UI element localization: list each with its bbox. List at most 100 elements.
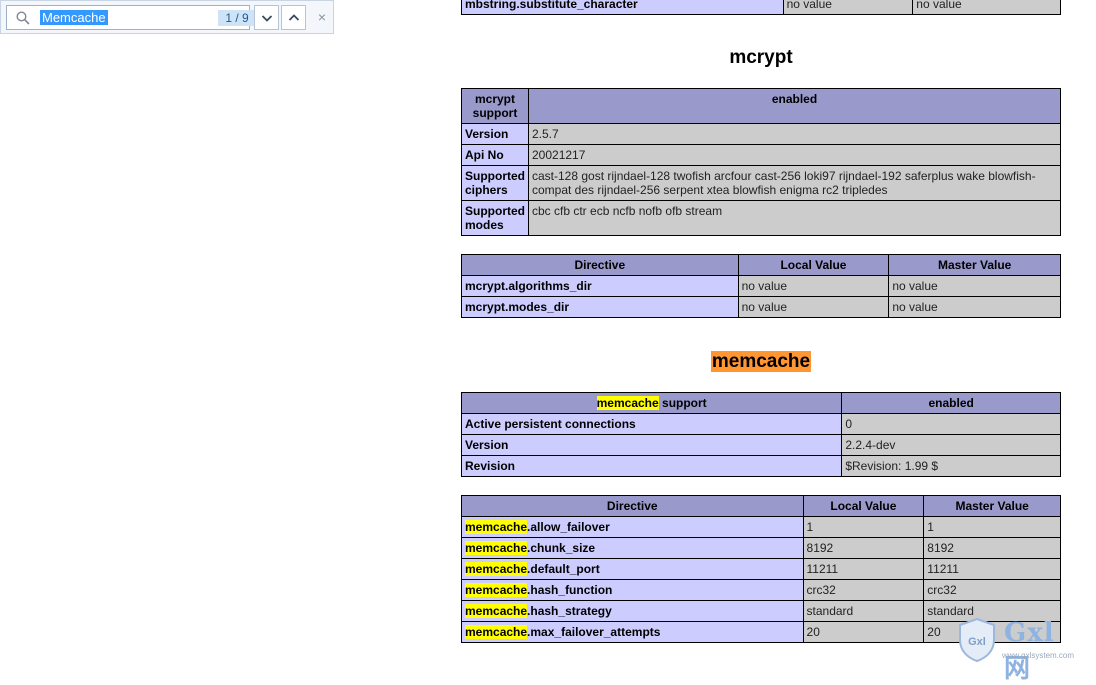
- table-row: Supported ciphers cast-128 gost rijndael…: [462, 166, 1061, 201]
- directive-suffix: .hash_function: [527, 583, 612, 597]
- directive-name: mcrypt.algorithms_dir: [462, 276, 739, 297]
- table-row: Supported modes cbc cfb ctr ecb ncfb nof…: [462, 201, 1061, 236]
- master-value: 8192: [924, 538, 1061, 559]
- master-value: no value: [889, 276, 1061, 297]
- master-value: no value: [889, 297, 1061, 318]
- row-value: $Revision: 1.99 $: [842, 456, 1061, 477]
- master-value: no value: [913, 0, 1061, 15]
- directive-name: memcache.hash_strategy: [462, 601, 804, 622]
- directive-name: memcache.hash_function: [462, 580, 804, 601]
- search-icon: [16, 11, 30, 25]
- row-name: Active persistent connections: [462, 414, 842, 435]
- match-count: 1 / 9: [218, 10, 256, 26]
- table-row: mbstring.substitute_character no value n…: [462, 0, 1061, 15]
- local-value: crc32: [803, 580, 924, 601]
- directive-name: memcache.default_port: [462, 559, 804, 580]
- master-value: 11211: [924, 559, 1061, 580]
- row-name: Revision: [462, 456, 842, 477]
- local-value: no value: [738, 297, 889, 318]
- row-name: Version: [462, 435, 842, 456]
- mbstring-directive-table: mbstring.substitute_character no value n…: [461, 0, 1061, 15]
- header-cell: memcache support: [462, 393, 842, 414]
- memcache-info-table: memcache support enabled Active persiste…: [461, 392, 1061, 477]
- header-cell: mcrypt support: [462, 89, 529, 124]
- find-next-button[interactable]: [254, 5, 279, 30]
- directive-suffix: .default_port: [527, 562, 600, 576]
- row-name: Supported modes: [462, 201, 529, 236]
- directive-suffix: .hash_strategy: [527, 604, 612, 618]
- row-name: Version: [462, 124, 529, 145]
- directive-name: memcache.max_failover_attempts: [462, 622, 804, 643]
- svg-text:Gxl: Gxl: [968, 636, 986, 648]
- table-row: Version 2.5.7: [462, 124, 1061, 145]
- match-highlight: memcache: [465, 562, 527, 576]
- table-header-row: Directive Local Value Master Value: [462, 496, 1061, 517]
- row-value: 20021217: [529, 145, 1061, 166]
- match-highlight: memcache: [465, 520, 527, 534]
- header-cell: enabled: [842, 393, 1061, 414]
- header-cell: Master Value: [924, 496, 1061, 517]
- table-row: Version 2.2.4-dev: [462, 435, 1061, 456]
- module-title-mcrypt[interactable]: mcrypt: [461, 47, 1061, 69]
- match-highlight: memcache: [465, 583, 527, 597]
- table-row: memcache.hash_function crc32 crc32: [462, 580, 1061, 601]
- local-value: standard: [803, 601, 924, 622]
- row-value: 2.2.4-dev: [842, 435, 1061, 456]
- header-text: support: [659, 396, 707, 410]
- master-value: 1: [924, 517, 1061, 538]
- directive-suffix: .max_failover_attempts: [527, 625, 660, 639]
- local-value: 1: [803, 517, 924, 538]
- module-title-memcache[interactable]: memcache: [461, 351, 1061, 373]
- directive-suffix: .chunk_size: [527, 541, 595, 555]
- watermark-logo: Gxl Gxl 网 www.gxlsystem.com: [958, 616, 1090, 664]
- chevron-up-icon: [288, 12, 300, 24]
- find-input[interactable]: Memcache 1 / 9: [6, 5, 250, 30]
- match-highlight: memcache: [465, 541, 527, 555]
- master-value: crc32: [924, 580, 1061, 601]
- table-row: memcache.default_port 11211 11211: [462, 559, 1061, 580]
- watermark-url: www.gxlsystem.com: [1002, 651, 1074, 660]
- table-row: mcrypt.algorithms_dir no value no value: [462, 276, 1061, 297]
- chevron-down-icon: [261, 12, 273, 24]
- table-header-row: mcrypt support enabled: [462, 89, 1061, 124]
- table-row: memcache.allow_failover 1 1: [462, 517, 1061, 538]
- mcrypt-info-table: mcrypt support enabled Version 2.5.7 Api…: [461, 88, 1061, 236]
- table-row: Revision $Revision: 1.99 $: [462, 456, 1061, 477]
- local-value: no value: [783, 0, 913, 15]
- header-cell: enabled: [529, 89, 1061, 124]
- directive-name: mbstring.substitute_character: [462, 0, 784, 15]
- table-header-row: Directive Local Value Master Value: [462, 255, 1061, 276]
- directive-suffix: .allow_failover: [527, 520, 610, 534]
- local-value: 8192: [803, 538, 924, 559]
- local-value: 11211: [803, 559, 924, 580]
- local-value: no value: [738, 276, 889, 297]
- current-match-highlight: memcache: [711, 351, 811, 372]
- table-row: Api No 20021217: [462, 145, 1061, 166]
- row-value: 0: [842, 414, 1061, 435]
- row-name: Supported ciphers: [462, 166, 529, 201]
- mcrypt-directive-table: Directive Local Value Master Value mcryp…: [461, 254, 1061, 318]
- table-row: Active persistent connections 0: [462, 414, 1061, 435]
- header-cell: Local Value: [738, 255, 889, 276]
- shield-icon: Gxl: [958, 618, 996, 662]
- header-cell: Directive: [462, 255, 739, 276]
- row-value: 2.5.7: [529, 124, 1061, 145]
- find-previous-button[interactable]: [281, 5, 306, 30]
- header-cell: Master Value: [889, 255, 1061, 276]
- table-row: memcache.chunk_size 8192 8192: [462, 538, 1061, 559]
- table-row: mcrypt.modes_dir no value no value: [462, 297, 1061, 318]
- directive-name: memcache.allow_failover: [462, 517, 804, 538]
- row-name: Api No: [462, 145, 529, 166]
- table-header-row: memcache support enabled: [462, 393, 1061, 414]
- find-query-text[interactable]: Memcache: [40, 10, 108, 25]
- header-cell: Directive: [462, 496, 804, 517]
- match-highlight: memcache: [465, 625, 527, 639]
- directive-name: memcache.chunk_size: [462, 538, 804, 559]
- match-highlight: memcache: [597, 396, 659, 410]
- find-bar: Memcache 1 / 9 ×: [0, 0, 334, 34]
- row-value: cast-128 gost rijndael-128 twofish arcfo…: [529, 166, 1061, 201]
- close-find-button[interactable]: ×: [315, 9, 329, 25]
- local-value: 20: [803, 622, 924, 643]
- directive-name: mcrypt.modes_dir: [462, 297, 739, 318]
- row-value: cbc cfb ctr ecb ncfb nofb ofb stream: [529, 201, 1061, 236]
